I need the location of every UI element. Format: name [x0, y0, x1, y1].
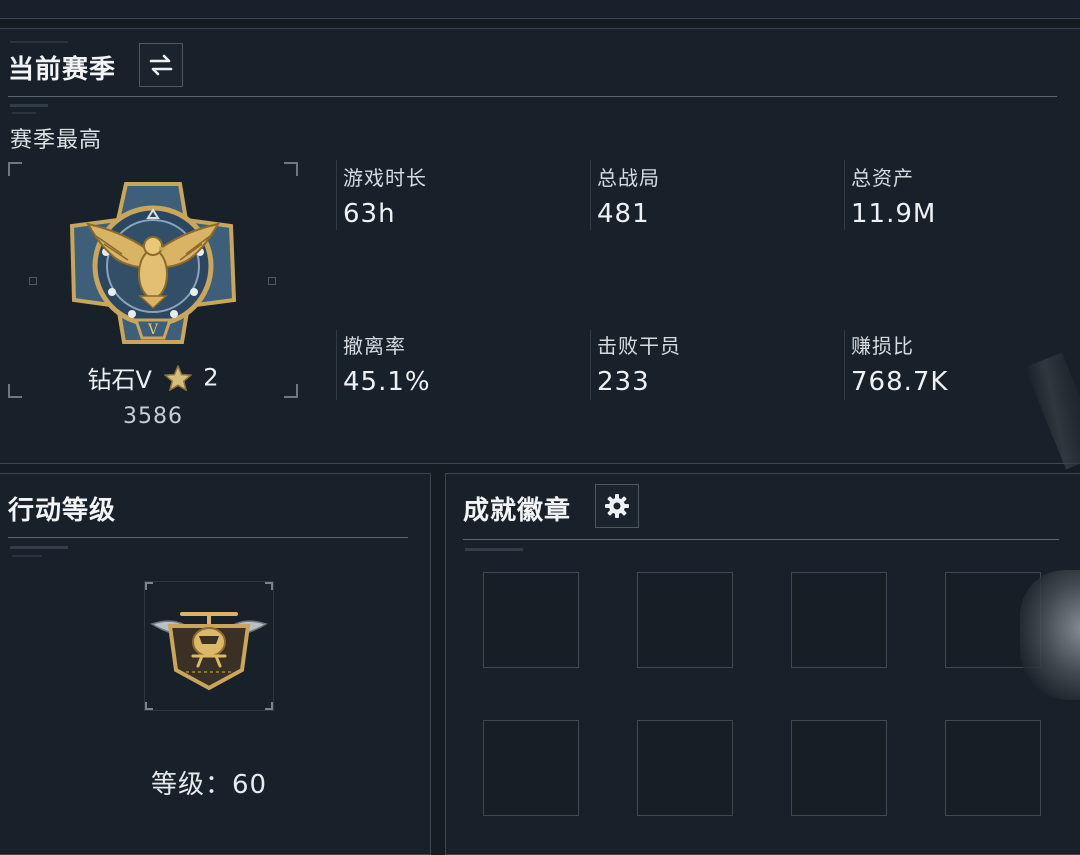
stat-total-assets: 总资产 11.9M: [851, 162, 1051, 229]
achievement-badge-slot[interactable]: [637, 720, 733, 816]
stat-value: 63h: [343, 199, 396, 229]
achievement-divider: [463, 539, 1059, 540]
achievement-badge-slot[interactable]: [483, 572, 579, 668]
stat-value: 11.9M: [851, 199, 937, 229]
divider-deco: [10, 546, 68, 549]
stat-label: 撤离率: [343, 334, 406, 358]
achievement-title: 成就徽章: [463, 496, 572, 526]
level-value: 60: [231, 770, 268, 800]
season-divider: [8, 96, 1057, 97]
star-icon: [162, 363, 193, 392]
stat-value: 233: [597, 367, 650, 397]
action-level-title: 行动等级: [8, 496, 117, 526]
action-level-value-row: 等级：60: [0, 764, 418, 801]
achievement-badge-slot[interactable]: [791, 720, 887, 816]
season-best-label: 赛季最高: [10, 128, 103, 153]
season-switch-button[interactable]: [139, 43, 183, 87]
stat-total-matches: 总战局 481: [597, 162, 797, 229]
action-level-divider: [8, 537, 408, 538]
svg-text:V: V: [147, 322, 159, 338]
season-title: 当前赛季: [8, 55, 117, 85]
helicopter-level-emblem-icon: [150, 612, 268, 691]
swap-arrows-icon: [149, 54, 173, 76]
rank-stars: 2: [203, 363, 219, 392]
stat-value: 481: [597, 199, 650, 229]
gear-icon: [605, 494, 629, 518]
divider-deco: [465, 548, 523, 551]
top-bar: [0, 0, 1080, 19]
eagle-rank-emblem-icon: V: [69, 182, 237, 344]
divider-deco: [12, 555, 42, 557]
achievement-badge-slot[interactable]: [483, 720, 579, 816]
stat-label: 总资产: [851, 166, 914, 190]
rank-score: 3586: [123, 404, 183, 429]
stat-value: 768.7K: [851, 367, 949, 397]
stat-label: 游戏时长: [343, 166, 427, 190]
stat-label: 赚损比: [851, 334, 914, 358]
header-deco-line: [10, 41, 68, 43]
divider-deco: [12, 112, 36, 114]
stat-label: 击败干员: [597, 334, 681, 358]
stat-play-time: 游戏时长 63h: [343, 162, 543, 229]
achievement-settings-button[interactable]: [595, 484, 639, 528]
stat-profit-loss-ratio: 赚损比 768.7K: [851, 330, 1051, 397]
achievement-badge-slot[interactable]: [945, 720, 1041, 816]
divider-deco: [10, 104, 48, 107]
stat-operators-defeated: 击败干员 233: [597, 330, 797, 397]
rank-name: 钻石V: [87, 366, 152, 394]
level-label: 等级：: [150, 770, 232, 800]
achievement-badge-slot[interactable]: [637, 572, 733, 668]
rank-name-row: 钻石V 2: [0, 360, 306, 395]
stat-label: 总战局: [597, 166, 660, 190]
achievement-badge-slot[interactable]: [791, 572, 887, 668]
stat-value: 45.1%: [343, 367, 431, 397]
stat-extraction-rate: 撤离率 45.1%: [343, 330, 543, 397]
